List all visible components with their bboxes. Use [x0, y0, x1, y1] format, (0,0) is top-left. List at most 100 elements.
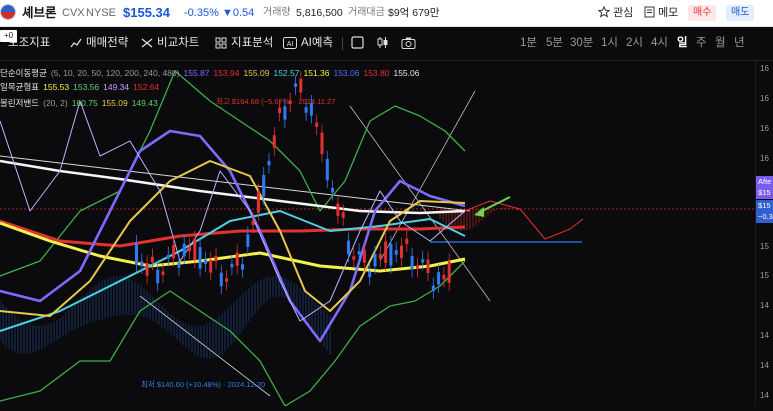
candle-body [336, 203, 340, 216]
bollinger-params: (20, 2) [43, 98, 68, 108]
bollinger-value-1: 155.09 [101, 98, 128, 108]
strategy-button[interactable]: 매매전략 [70, 27, 128, 60]
low-annotation: 최저 $140.60 (+10.48%) · 2024.12.20 [141, 380, 266, 389]
candle-body [320, 132, 324, 155]
candle-body [431, 285, 435, 292]
star-icon [597, 5, 611, 18]
candle-body [150, 256, 154, 263]
candle-body [389, 243, 393, 266]
candle-body [400, 245, 403, 259]
candle-body [262, 175, 266, 197]
ichimoku-span-a [464, 200, 584, 240]
period-5[interactable]: 4시 [651, 27, 668, 60]
candle-body [145, 263, 149, 276]
watch-label: 관심 [613, 7, 634, 19]
change-absolute: ▼0.54 [222, 7, 255, 19]
candle-body [325, 158, 329, 181]
analysis-button[interactable]: 지표분석 [215, 27, 273, 60]
period-8[interactable]: 월 [715, 27, 726, 60]
memo-button[interactable]: 메모 [644, 0, 678, 26]
candle-body [161, 271, 165, 275]
price-tick-7: 14 [760, 301, 769, 310]
candle-body [278, 107, 282, 114]
period-4[interactable]: 2시 [626, 27, 643, 60]
period-6[interactable]: 일 [677, 27, 688, 60]
bollinger-value-0: 160.75 [71, 98, 98, 108]
amount-value: $9억 679만 [388, 7, 440, 19]
trendline-4 [379, 90, 476, 262]
ma-params: (5, 10, 20, 50, 120, 200, 240, 480) [50, 68, 180, 78]
candle-body [410, 255, 414, 270]
candle-body [140, 261, 144, 266]
candle-body [256, 191, 260, 213]
compare-button[interactable]: 비교차트 [141, 27, 199, 60]
period-7[interactable]: 주 [696, 27, 707, 60]
candle-body [225, 278, 229, 282]
candle-body [415, 265, 419, 270]
candle-body [331, 187, 335, 193]
exchange: NYSE [86, 7, 116, 19]
candle-body [362, 249, 366, 263]
ai-predict-button[interactable]: AI AI예측 [283, 27, 333, 60]
change-percent: -0.35% [184, 7, 219, 19]
chart-canvas[interactable] [0, 61, 773, 407]
current-change-tag: −0.3 [756, 211, 773, 223]
ma-value-1: 153.94 [213, 68, 240, 78]
ma-value-0: 155.87 [183, 68, 210, 78]
legend-bollinger[interactable]: 볼린저밴드 (20, 2) 160.75 155.09 149.43 [0, 97, 166, 109]
price-tick-5: 15 [760, 242, 769, 251]
candle-body [182, 243, 186, 257]
memo-icon [644, 6, 655, 18]
chart-toolbar: 보조지표 매매전략 비교차트 지표분석 AI AI예측 1분 5분 30분 1시 2시 4시… [0, 27, 773, 61]
price-tick-1: 16 [760, 94, 769, 103]
watch-button[interactable]: 관심 [597, 0, 634, 26]
legend-moving-average[interactable]: 단순이동평균 (5, 10, 20, 50, 120, 200, 240, 480… [0, 67, 427, 79]
ai-icon: AI [283, 36, 297, 49]
period-3[interactable]: 1시 [601, 27, 618, 60]
toolbar-tag[interactable]: +0 [0, 30, 17, 42]
ai-label: AI예측 [301, 37, 334, 49]
price-tick-10: 14 [760, 391, 769, 400]
price-chart[interactable]: 단순이동평균 (5, 10, 20, 50, 120, 200, 240, 480… [0, 61, 773, 407]
period-2[interactable]: 30분 [570, 27, 593, 60]
volume-value: 5,816,500 [296, 7, 343, 19]
candle-body [209, 260, 213, 273]
analysis-label: 지표분석 [231, 37, 274, 49]
candle-body [166, 254, 170, 259]
ticker: CVX [62, 7, 85, 19]
period-0[interactable]: 1분 [520, 27, 537, 60]
candle-type-button[interactable] [376, 27, 393, 60]
candle-body [193, 238, 197, 261]
buy-button[interactable]: 매수 [688, 5, 717, 21]
candle-body [347, 240, 350, 255]
ichimoku-value-0: 155.53 [43, 82, 70, 92]
stock-header: 셰브론 CVX NYSE $155.34 -0.35% ▼0.54 거래량 5,… [0, 0, 773, 27]
ma-value-4: 151.36 [303, 68, 330, 78]
candle-body [315, 122, 319, 128]
candle-body [442, 274, 446, 280]
sell-button[interactable]: 매도 [726, 5, 755, 21]
ma-label: 단순이동평균 [0, 68, 47, 78]
candle-body [394, 250, 398, 255]
after-hours-price: $15 [756, 187, 773, 199]
candle-body [405, 238, 409, 245]
bollinger-label: 볼린저밴드 [0, 98, 40, 108]
bollinger-values: 160.75 155.09 149.43 [72, 98, 162, 108]
candle-body [246, 234, 250, 247]
period-9[interactable]: 년 [734, 27, 745, 60]
price-tick-0: 16 [760, 64, 769, 73]
volume-label: 거래량 [263, 7, 291, 18]
chart-type-square-button[interactable] [351, 27, 368, 60]
ichimoku-values: 155.53 153.56 149.34 152.64 [43, 82, 163, 92]
price-axis[interactable]: 1616161615151514141414 [755, 61, 773, 406]
period-1[interactable]: 5분 [546, 27, 563, 60]
price-tick-6: 15 [760, 271, 769, 280]
candle-body [299, 79, 303, 93]
bollinger-value-2: 149.43 [131, 98, 158, 108]
ichimoku-label: 일목균형표 [0, 82, 40, 92]
price-tick-2: 16 [760, 124, 769, 133]
screenshot-button[interactable] [401, 27, 420, 60]
legend-ichimoku[interactable]: 일목균형표 155.53 153.56 149.34 152.64 [0, 81, 167, 93]
candle-body [357, 251, 361, 255]
ma-value-3: 152.57 [273, 68, 300, 78]
